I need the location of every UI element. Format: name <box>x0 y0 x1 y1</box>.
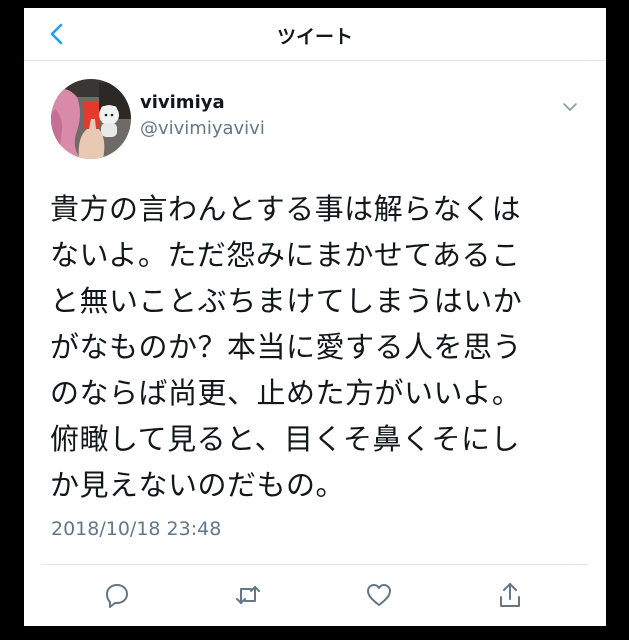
author-display-name[interactable]: vivimiya <box>140 92 225 113</box>
like-button[interactable] <box>365 581 393 609</box>
more-options-button[interactable] <box>561 98 579 116</box>
avatar-photo <box>51 79 131 159</box>
tweet-text-line: がなものか？本当に愛する人を思う <box>50 330 523 364</box>
chevron-down-icon <box>563 103 577 111</box>
avatar[interactable] <box>51 79 131 159</box>
heart-icon <box>367 584 391 606</box>
page-title: ツイート <box>276 26 353 48</box>
share-button[interactable] <box>496 581 524 609</box>
tweet-text-line: か見えないのだもの。 <box>50 468 346 502</box>
tweet-text: 貴方の言わんとする事は解らなくは ないよ。ただ怨みにまかせてあるこ と無いことぶ… <box>50 186 590 508</box>
tweet-text-line: と無いことぶちまけてしまうはいか <box>50 284 523 318</box>
reply-icon <box>106 584 128 608</box>
navigation-bar: ツイート <box>24 8 606 61</box>
author-handle[interactable]: @vivimiyavivi <box>140 118 265 139</box>
retweet-button[interactable] <box>234 581 262 609</box>
tweet-text-line: ないよ。ただ怨みにまかせてあるこ <box>50 238 521 272</box>
tweet-text-line: 貴方の言わんとする事は解らなくは <box>50 192 522 226</box>
retweet-icon <box>236 586 260 604</box>
divider <box>41 564 589 565</box>
tweet-text-line: 俯瞰して見ると、目くそ鼻くそにし <box>50 422 520 456</box>
tweet-detail-screen: ツイート vivimiya @vivimiyavivi 貴方の言わんとする事は解… <box>24 8 606 626</box>
tweet-timestamp: 2018/10/18 23:48 <box>51 518 222 540</box>
share-icon <box>500 583 520 607</box>
reply-button[interactable] <box>103 581 131 609</box>
tweet-text-line: のならば尚更、止めた方がいいよ。 <box>50 376 522 410</box>
